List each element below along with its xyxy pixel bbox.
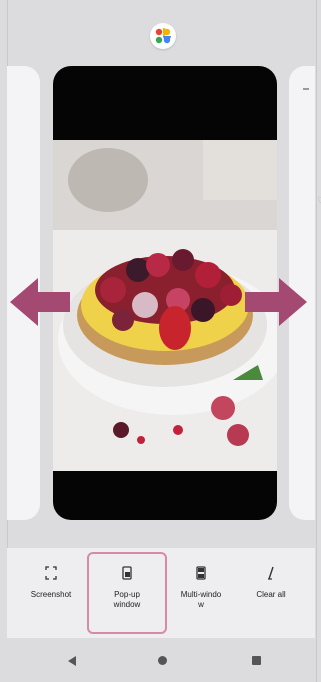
recent-app-card-photos[interactable] (53, 66, 277, 520)
screenshot-icon (45, 566, 57, 580)
swipe-left-arrow-icon (10, 278, 70, 326)
screenshot-button[interactable]: Screenshot (13, 548, 89, 638)
screenshot-label: Screenshot (30, 590, 72, 599)
clear-all-button[interactable]: Clear all (233, 548, 309, 638)
google-photos-app-icon[interactable] (150, 23, 176, 49)
recents-icon[interactable] (252, 656, 261, 665)
clear-all-icon (268, 566, 274, 580)
home-icon[interactable] (158, 656, 167, 665)
navigation-bar (7, 638, 315, 682)
menu-dash-icon (303, 88, 309, 90)
heart-icon: ♡ (317, 196, 321, 207)
clear-all-label: Clear all (256, 590, 286, 599)
popup-window-highlight (87, 552, 167, 634)
pinwheel-icon (155, 28, 171, 44)
multi-window-button[interactable]: Multi-windo w (163, 548, 239, 638)
multi-window-label-text: Multi-windo w (180, 590, 222, 609)
multi-window-icon (196, 566, 206, 580)
back-icon[interactable] (67, 656, 77, 666)
multi-window-label: Multi-windo w (163, 590, 239, 610)
swipe-right-arrow-icon (245, 278, 307, 326)
berry-tart-photo (53, 140, 277, 471)
